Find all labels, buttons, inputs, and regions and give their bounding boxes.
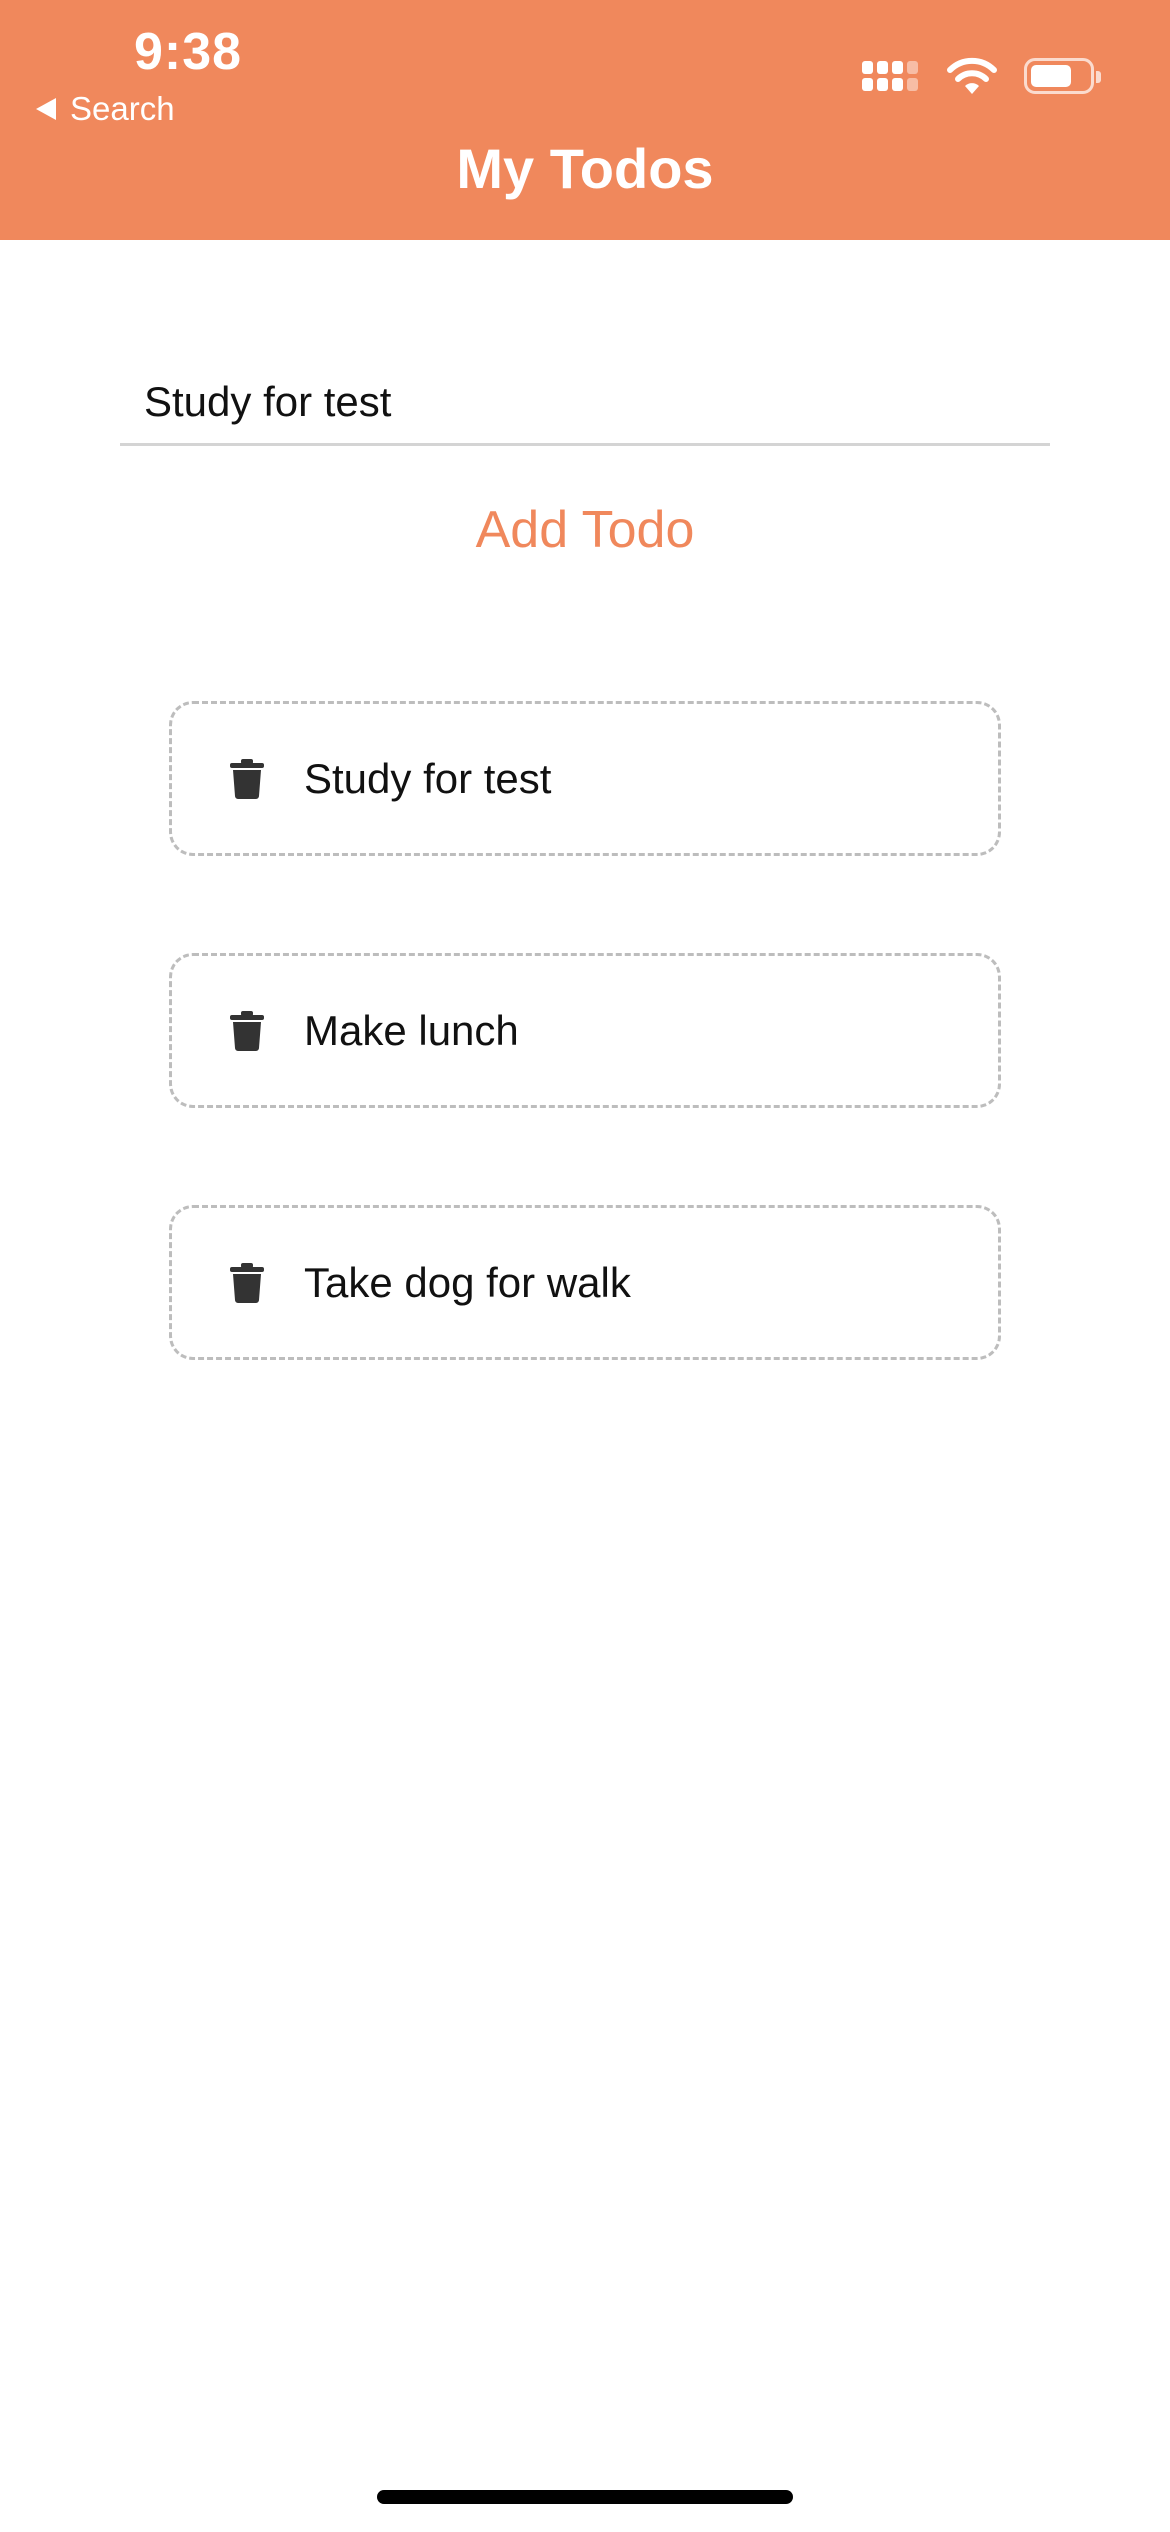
back-search-label: Search [70, 90, 175, 127]
trash-icon[interactable] [230, 758, 264, 799]
todo-text: Study for test [304, 754, 552, 802]
cellular-signal-icon [862, 61, 918, 91]
trash-icon[interactable] [230, 1010, 264, 1051]
home-indicator[interactable] [377, 2490, 793, 2504]
wifi-icon [947, 57, 997, 94]
status-time: 9:38 [134, 23, 243, 81]
todo-input[interactable] [120, 360, 1050, 446]
todo-text: Take dog for walk [304, 1258, 631, 1306]
todo-item: Make lunch [169, 953, 1001, 1108]
status-icons [862, 56, 1101, 96]
battery-icon [1024, 58, 1101, 94]
nav-header: 9:38 Search My Todos [0, 0, 1170, 240]
todo-item: Study for test [169, 701, 1001, 856]
todo-item: Take dog for walk [169, 1205, 1001, 1360]
todo-list: Study for test Make lunch Take dog for w… [169, 701, 1001, 1457]
back-to-search-button[interactable]: Search [36, 90, 175, 128]
add-todo-button[interactable]: Add Todo [0, 500, 1170, 560]
todo-text: Make lunch [304, 1006, 519, 1054]
trash-icon[interactable] [230, 1262, 264, 1303]
back-arrow-icon [36, 98, 56, 120]
page-title: My Todos [456, 137, 714, 200]
